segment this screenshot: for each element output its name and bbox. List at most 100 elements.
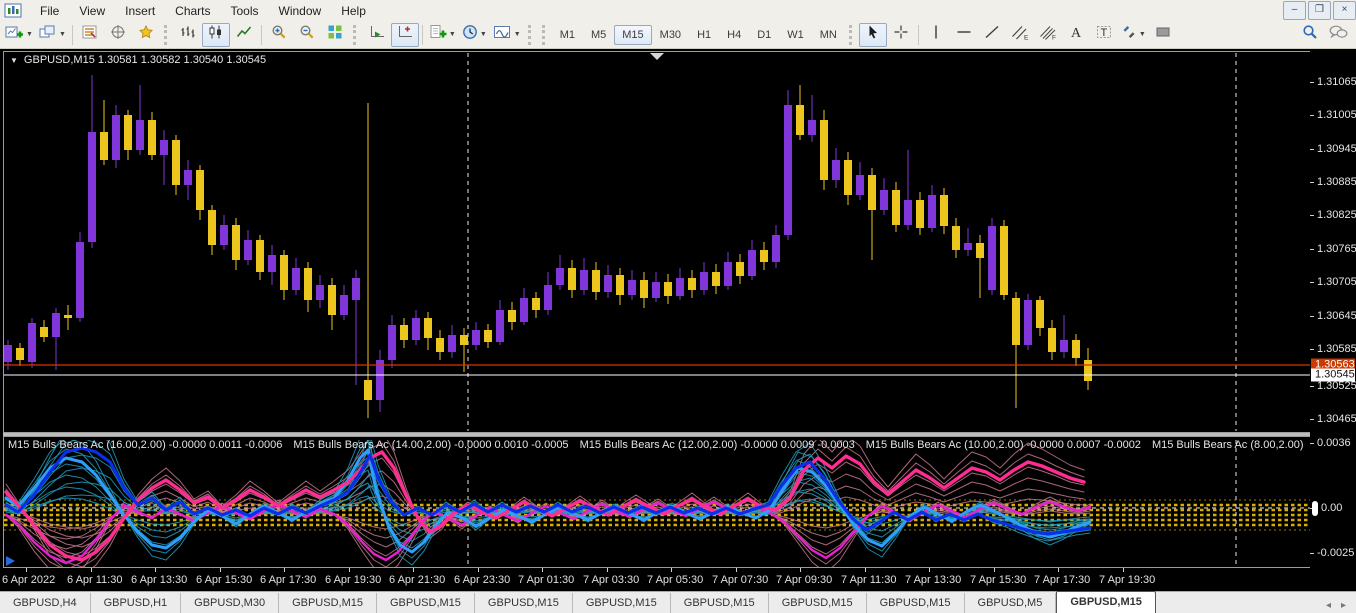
- price-axis[interactable]: 1.31065 1.31005 1.30945 1.30885 1.30825 1.307…: [1310, 49, 1356, 591]
- candle-body: [820, 120, 828, 180]
- arrows-button[interactable]: ▼: [1118, 23, 1149, 47]
- menu-item-view[interactable]: View: [69, 2, 115, 20]
- tab-scroll-left-icon[interactable]: ◂: [1326, 600, 1331, 611]
- minimize-button[interactable]: –: [1283, 1, 1306, 20]
- dropdown-arrow-icon[interactable]: ▼: [59, 31, 66, 38]
- timeframe-w1-button[interactable]: W1: [779, 25, 812, 45]
- price-tick-label: 1.30705: [1317, 276, 1356, 288]
- chat-icon: [1329, 24, 1348, 45]
- candle-body: [1012, 298, 1020, 345]
- expert-advisors-button[interactable]: ▼: [459, 23, 490, 47]
- candle-body: [496, 310, 504, 342]
- chart-tab-12[interactable]: GBPUSD,M15: [1056, 591, 1156, 613]
- chart-tab-9[interactable]: GBPUSD,M15: [769, 593, 867, 613]
- menu-item-tools[interactable]: Tools: [221, 2, 269, 20]
- chart-tab-6[interactable]: GBPUSD,M15: [475, 593, 573, 613]
- chart-tab-7[interactable]: GBPUSD,M15: [573, 593, 671, 613]
- chart-shift-button[interactable]: [390, 22, 419, 47]
- cursor-button[interactable]: [858, 22, 887, 47]
- search-button[interactable]: [1296, 23, 1324, 47]
- menu-item-charts[interactable]: Charts: [165, 2, 220, 20]
- menu-item-file[interactable]: File: [30, 2, 69, 20]
- market-watch-button[interactable]: [76, 23, 104, 47]
- chart-tab-3[interactable]: GBPUSD,M30: [181, 593, 280, 613]
- tab-scroll-right-icon[interactable]: ▸: [1341, 600, 1346, 611]
- menu-item-insert[interactable]: Insert: [115, 2, 165, 20]
- new-chart-button[interactable]: ▼: [2, 23, 36, 47]
- tile-windows-button[interactable]: [321, 23, 349, 47]
- menu-item-help[interactable]: Help: [331, 2, 376, 20]
- dropdown-arrow-icon[interactable]: ▼: [449, 31, 456, 38]
- bulls-bears-indicator-chart[interactable]: [4, 440, 1310, 567]
- chart-tab-2[interactable]: GBPUSD,H1: [91, 593, 182, 613]
- price-tick-label: 1.30585: [1317, 343, 1356, 355]
- candle-body: [1036, 300, 1044, 328]
- candlestick-chart-button[interactable]: [201, 22, 230, 47]
- dropdown-arrow-icon[interactable]: ▼: [1139, 31, 1146, 38]
- time-tick: [607, 568, 608, 572]
- zoom-out-button[interactable]: [293, 23, 321, 47]
- vertical-line-button[interactable]: [922, 23, 950, 47]
- timeframe-m5-button[interactable]: M5: [583, 25, 614, 45]
- indicator-scroll-arrow-icon[interactable]: [6, 556, 15, 566]
- timeframe-m1-button[interactable]: M1: [552, 25, 583, 45]
- text-button[interactable]: A: [1062, 23, 1090, 47]
- menu-item-window[interactable]: Window: [269, 2, 332, 20]
- chart-tab-5[interactable]: GBPUSD,M15: [377, 593, 475, 613]
- candle-body: [808, 120, 816, 135]
- dropdown-arrow-icon[interactable]: ▼: [26, 31, 33, 38]
- crosshair-button[interactable]: [887, 23, 915, 47]
- svg-text:T: T: [1100, 27, 1107, 39]
- chart-tab-10[interactable]: GBPUSD,M15: [867, 593, 965, 613]
- candle-body: [52, 313, 60, 337]
- close-button[interactable]: ×: [1333, 1, 1356, 20]
- timeframe-mn-button[interactable]: MN: [812, 25, 845, 45]
- text-label-button[interactable]: T: [1090, 23, 1118, 47]
- time-axis[interactable]: 6 Apr 2022 6 Apr 11:30 6 Apr 13:30 6 Apr 15…: [0, 568, 1356, 591]
- timeframe-m15-button[interactable]: M15: [614, 24, 652, 45]
- candlestick-chart[interactable]: [4, 52, 1310, 432]
- new-order-button[interactable]: ▼: [426, 23, 459, 47]
- chart-tab-4[interactable]: GBPUSD,M15: [279, 593, 377, 613]
- chart-tab-8[interactable]: GBPUSD,M15: [671, 593, 769, 613]
- chart-tab-11[interactable]: GBPUSD,M5: [965, 593, 1057, 613]
- time-tick: [220, 568, 221, 572]
- candle-body: [736, 262, 744, 276]
- equidistant-channel-button[interactable]: E: [1006, 23, 1034, 47]
- horizontal-line-button[interactable]: [950, 23, 978, 47]
- time-tick: [349, 568, 350, 572]
- chart-title-collapse-icon[interactable]: ▼: [10, 56, 18, 65]
- trendline-button[interactable]: [978, 23, 1006, 47]
- restore-button[interactable]: ❐: [1308, 1, 1331, 20]
- candle-body: [628, 280, 636, 295]
- price-tick-label: 1.30825: [1317, 209, 1356, 221]
- fibonacci-button[interactable]: F: [1034, 23, 1062, 47]
- price-tick: [1310, 249, 1314, 250]
- candle-body: [1072, 340, 1080, 358]
- timeframe-d1-button[interactable]: D1: [749, 25, 779, 45]
- line-chart-button[interactable]: [230, 23, 258, 47]
- rectangle-button[interactable]: [1149, 23, 1177, 47]
- dropdown-arrow-icon[interactable]: ▼: [480, 31, 487, 38]
- timeframe-m30-button[interactable]: M30: [652, 25, 689, 45]
- auto-scroll-button[interactable]: [363, 23, 391, 47]
- time-tick: [478, 568, 479, 572]
- zoom-in-button[interactable]: [265, 23, 293, 47]
- zoomin-icon: [271, 24, 287, 45]
- indicators-button[interactable]: ▼: [490, 23, 524, 47]
- chart-tab-1[interactable]: GBPUSD,H4: [0, 593, 91, 613]
- dropdown-arrow-icon[interactable]: ▼: [514, 31, 521, 38]
- time-tick-label: 7 Apr 05:30: [647, 574, 704, 586]
- candle-body: [976, 243, 984, 258]
- timeframe-h1-button[interactable]: H1: [689, 25, 719, 45]
- marketwatch-icon: [82, 24, 98, 45]
- textA-icon: A: [1069, 24, 1082, 45]
- navigator-button[interactable]: [132, 23, 160, 47]
- community-button[interactable]: [1324, 23, 1352, 47]
- time-tick-label: 6 Apr 11:30: [67, 574, 123, 586]
- profiles-button[interactable]: ▼: [36, 23, 69, 47]
- bar-chart-button[interactable]: [174, 23, 202, 47]
- data-window-button[interactable]: [104, 23, 132, 47]
- timeframe-h4-button[interactable]: H4: [719, 25, 749, 45]
- candle-body: [28, 323, 36, 362]
